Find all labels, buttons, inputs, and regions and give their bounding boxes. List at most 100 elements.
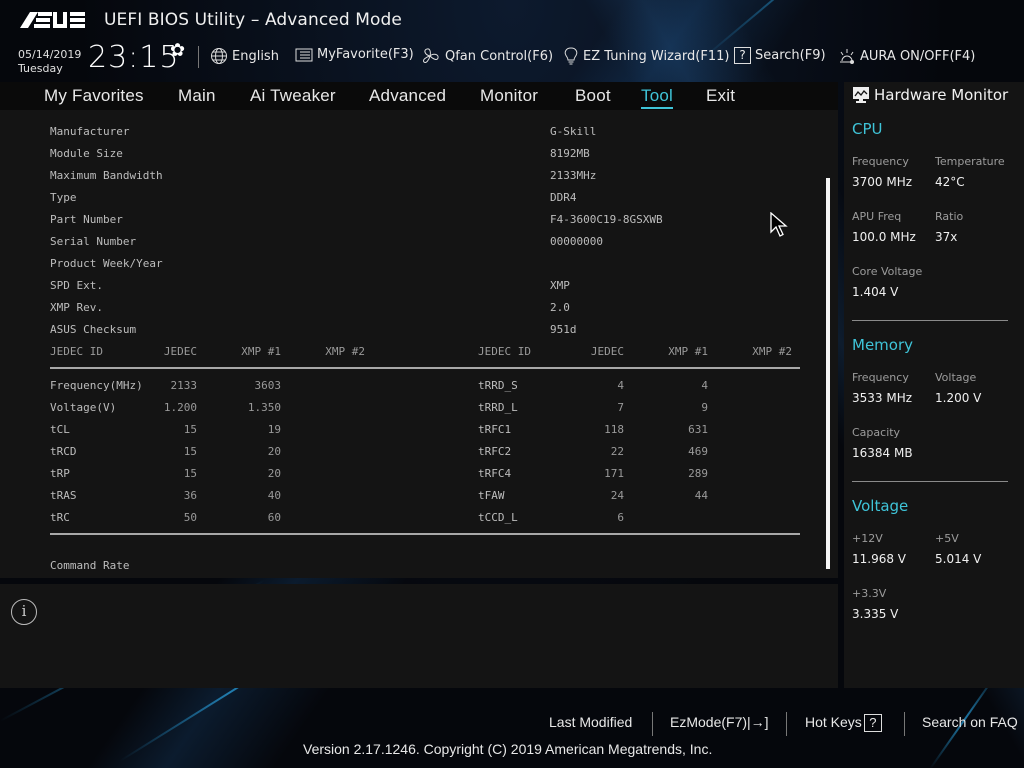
timing-cell: 171 — [604, 467, 624, 480]
mouse-cursor-icon — [770, 212, 788, 237]
timing-cell: 19 — [267, 423, 281, 436]
mem-voltage-value: 1.200 V — [935, 391, 982, 405]
timing-cell: 7 — [617, 401, 624, 414]
v33-label: +3.3V — [852, 587, 887, 600]
cpu-section-title: CPU — [852, 120, 883, 138]
v12-value: 11.968 V — [852, 552, 907, 566]
cpu-temperature-value: 42°C — [935, 175, 965, 189]
aura-toggle-button[interactable]: AURA ON/OFF(F4) — [838, 47, 975, 65]
myfavorite-button[interactable]: MyFavorite(F3) — [295, 47, 414, 62]
table-header: XMP #1 — [668, 345, 708, 358]
timing-cell: 50 — [183, 511, 197, 524]
timing-cell: 15 — [183, 423, 197, 436]
v5-value: 5.014 V — [935, 552, 982, 566]
cpu-frequency-value: 3700 MHz — [852, 175, 913, 189]
scrollbar[interactable] — [826, 178, 830, 569]
timing-cell: 15 — [183, 445, 197, 458]
aura-label: AURA ON/OFF(F4) — [860, 48, 976, 64]
table-header: JEDEC ID — [50, 345, 103, 358]
cpu-temperature-label: Temperature — [935, 155, 1005, 168]
timing-cell: 9 — [701, 401, 708, 414]
table-header: XMP #2 — [325, 345, 365, 358]
hot-keys-button[interactable]: Hot Keys? — [805, 714, 882, 733]
tab-boot[interactable]: Boot — [575, 86, 611, 106]
timing-name: tRFC4 — [478, 467, 512, 480]
timing-name: tRRD_L — [478, 401, 518, 414]
spd-field-label: Serial Number — [50, 235, 137, 248]
table-header: JEDEC — [163, 345, 197, 358]
gear-icon[interactable]: ✿ — [170, 40, 185, 61]
core-voltage-value: 1.404 V — [852, 285, 899, 299]
language-label: English — [232, 48, 279, 64]
qfan-control-button[interactable]: Qfan Control(F6) — [421, 47, 553, 65]
cpu-frequency-label: Frequency — [852, 155, 909, 168]
ez-tuning-label: EZ Tuning Wizard(F11) — [583, 48, 730, 64]
hw-divider — [852, 320, 1008, 321]
spd-field-label: SPD Ext. — [50, 279, 103, 292]
timing-name: tRFC1 — [478, 423, 512, 436]
spd-field-value: 951d — [550, 323, 577, 336]
spd-field-label: Part Number — [50, 213, 123, 226]
voltage-section-title: Voltage — [852, 497, 909, 515]
day-text: Tuesday — [18, 62, 63, 75]
fan-icon — [423, 48, 439, 63]
table-header: XMP #2 — [752, 345, 792, 358]
aura-light-icon — [840, 49, 854, 64]
hardware-monitor-label: Hardware Monitor — [874, 86, 1009, 104]
tab-exit[interactable]: Exit — [706, 86, 735, 106]
v5-label: +5V — [935, 532, 959, 545]
tab-ai-tweaker[interactable]: Ai Tweaker — [250, 86, 336, 106]
mem-frequency-label: Frequency — [852, 371, 909, 384]
help-info-panel — [0, 584, 838, 688]
info-icon: i — [11, 599, 37, 625]
tab-monitor[interactable]: Monitor — [480, 86, 538, 106]
header-divider — [198, 46, 199, 68]
tab-main[interactable]: Main — [178, 86, 216, 106]
hw-divider — [852, 481, 1008, 482]
footer-divider — [786, 712, 787, 736]
timing-name: tFAW — [478, 489, 505, 502]
myfavorite-label: MyFavorite(F3) — [317, 47, 414, 62]
search-button[interactable]: ? Search(F9) — [734, 47, 826, 64]
timing-cell: 20 — [267, 467, 281, 480]
ez-tuning-wizard-button[interactable]: EZ Tuning Wizard(F11) — [563, 47, 729, 65]
tab-advanced[interactable]: Advanced — [369, 86, 446, 106]
timing-name: tRP — [50, 467, 70, 480]
v12-label: +12V — [852, 532, 883, 545]
last-modified-button[interactable]: Last Modified — [549, 714, 632, 730]
version-copyright: Version 2.17.1246. Copyright (C) 2019 Am… — [303, 741, 713, 757]
tab-tool[interactable]: Tool — [641, 86, 673, 109]
asus-logo — [20, 12, 85, 28]
timing-cell: 3603 — [254, 379, 282, 392]
table-header: JEDEC ID — [478, 345, 531, 358]
date-text: 05/14/2019 — [18, 48, 82, 61]
timing-cell: 40 — [267, 489, 281, 502]
v33-value: 3.335 V — [852, 607, 899, 621]
timing-name: tRAS — [50, 489, 77, 502]
timing-cell: 631 — [688, 423, 708, 436]
table-header: JEDEC — [590, 345, 624, 358]
search-faq-button[interactable]: Search on FAQ — [922, 714, 1018, 730]
timing-cell: 44 — [694, 489, 708, 502]
timing-cell: 36 — [183, 489, 197, 502]
tab-my-favorites[interactable]: My Favorites — [44, 86, 144, 106]
timing-cell: 289 — [688, 467, 708, 480]
timing-name: tCL — [50, 423, 70, 436]
memory-section-title: Memory — [852, 336, 914, 354]
timing-name: tRC — [50, 511, 70, 524]
question-box-icon: ? — [863, 714, 882, 733]
date-display: 05/14/2019 Tuesday — [18, 48, 81, 76]
spd-field-value: 2.0 — [550, 301, 570, 314]
spd-field-value: 00000000 — [550, 235, 603, 248]
spd-field-label: Product Week/Year — [50, 257, 163, 270]
hot-keys-label: Hot Keys — [805, 714, 862, 730]
spd-field-value: 8192MB — [550, 147, 590, 160]
timing-name: tRRD_S — [478, 379, 518, 392]
ezmode-button[interactable]: EzMode(F7)|→] — [670, 714, 769, 730]
timing-cell: 60 — [267, 511, 281, 524]
timing-cell: 24 — [610, 489, 624, 502]
spd-field-value: XMP — [550, 279, 570, 292]
language-button[interactable]: English — [210, 47, 279, 65]
app-title: UEFI BIOS Utility – Advanced Mode — [104, 10, 402, 30]
timing-cell: 22 — [610, 445, 624, 458]
